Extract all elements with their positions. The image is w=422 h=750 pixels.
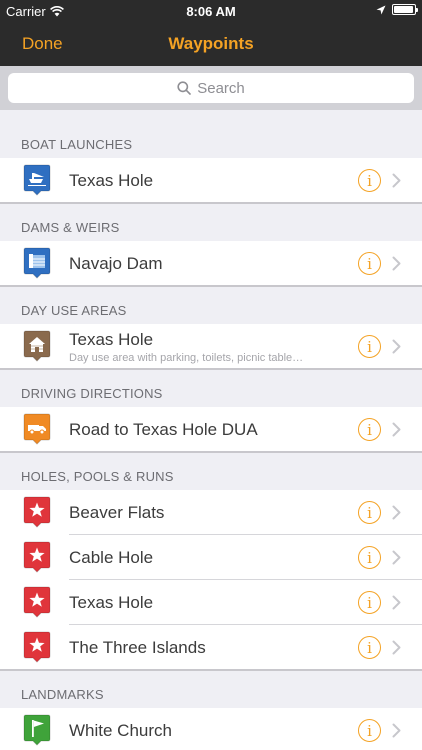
waypoint-name: The Three Islands [69,637,206,657]
waypoint-name: Beaver Flats [69,502,165,522]
section-header: DAY USE AREAS [0,286,422,324]
waypoint-texts: Road to Texas Hole DUA [69,407,342,452]
waypoint-name: Cable Hole [69,547,154,567]
chevron-right-icon [392,723,401,738]
search-bar: Search [0,66,422,110]
chevron-right-icon [392,173,401,188]
waypoint-row[interactable]: Navajo Dam i [0,241,422,286]
waypoint-row[interactable]: Texas Hole i [0,580,422,625]
star-icon [23,631,51,663]
info-button[interactable]: i [358,169,381,192]
boat-launch-icon [23,164,51,196]
section-header-label: DAMS & WEIRS [21,220,120,235]
truck-icon [23,413,51,445]
waypoint-row[interactable]: White Church i [0,708,422,750]
waypoint-name: Texas Hole [69,329,154,349]
info-button[interactable]: i [358,252,381,275]
waypoint-texts: The Three Islands [69,625,342,670]
search-placeholder: Search [197,79,245,97]
flag-icon [23,714,51,746]
waypoint-row[interactable]: Cable Hole i [0,535,422,580]
waypoint-texts: Navajo Dam [69,241,342,286]
chevron-right-icon [392,339,401,354]
waypoint-texts: Texas Hole [69,158,342,203]
chevron-right-icon [392,422,401,437]
waypoint-row[interactable]: Beaver Flats i [0,490,422,535]
section-header-label: LANDMARKS [21,687,104,702]
waypoint-name: Texas Hole [69,592,154,612]
info-button[interactable]: i [358,719,381,742]
status-time: 8:06 AM [186,4,236,19]
waypoint-texts: White Church [69,708,342,750]
section-header: BOAT LAUNCHES [0,110,422,158]
location-arrow-icon [376,5,386,14]
waypoint-name: Road to Texas Hole DUA [69,419,258,439]
info-button[interactable]: i [358,546,381,569]
star-icon [23,496,51,528]
row-separator [0,202,422,203]
waypoint-row[interactable]: Road to Texas Hole DUA i [0,407,422,452]
section-header: DAMS & WEIRS [0,203,422,241]
search-input[interactable]: Search [8,73,414,103]
waypoint-texts: Texas Hole [69,580,342,625]
section-header: LANDMARKS [0,670,422,708]
section-header-label: DRIVING DIRECTIONS [21,386,163,401]
waypoint-texts: Texas Hole Day use area with parking, toi… [69,324,342,369]
page-title: Waypoints [168,34,254,53]
info-button[interactable]: i [358,418,381,441]
section-header: DRIVING DIRECTIONS [0,369,422,407]
cabin-icon [23,330,51,362]
info-button[interactable]: i [358,335,381,358]
row-separator [0,285,422,286]
status-bar: Carrier 8:06 AM [0,0,422,22]
done-button[interactable]: Done [22,34,63,54]
chevron-right-icon [392,595,401,610]
waypoint-name: White Church [69,720,172,740]
chevron-right-icon [392,505,401,520]
section-header: HOLES, POOLS & RUNS [0,452,422,490]
section-header-label: DAY USE AREAS [21,303,127,318]
waypoint-list: BOAT LAUNCHES Texas Hole i DAMS & WEIRS Nava… [0,110,422,750]
search-icon [177,81,192,95]
row-separator [0,451,422,452]
info-button[interactable]: i [358,636,381,659]
chevron-right-icon [392,550,401,565]
navigation-bar: Done Waypoints [0,22,422,66]
row-separator [0,669,422,670]
info-button[interactable]: i [358,501,381,524]
section-header-label: BOAT LAUNCHES [21,137,133,152]
waypoint-row[interactable]: Texas Hole Day use area with parking, toi… [0,324,422,369]
waypoint-subtitle: Day use area with parking, toilets, picn… [69,351,304,364]
battery-icon [392,4,418,15]
battery-fill [394,6,414,13]
waypoint-texts: Cable Hole [69,535,342,580]
waypoint-name: Texas Hole [69,170,154,190]
star-icon [23,586,51,618]
waypoint-name: Navajo Dam [69,253,163,273]
info-button[interactable]: i [358,591,381,614]
chevron-right-icon [392,256,401,271]
waypoint-row[interactable]: The Three Islands i [0,625,422,670]
row-separator [0,368,422,369]
waypoint-texts: Beaver Flats [69,490,342,535]
star-icon [23,541,51,573]
dam-icon [23,247,51,279]
chevron-right-icon [392,640,401,655]
section-header-label: HOLES, POOLS & RUNS [21,469,174,484]
waypoint-row[interactable]: Texas Hole i [0,158,422,203]
